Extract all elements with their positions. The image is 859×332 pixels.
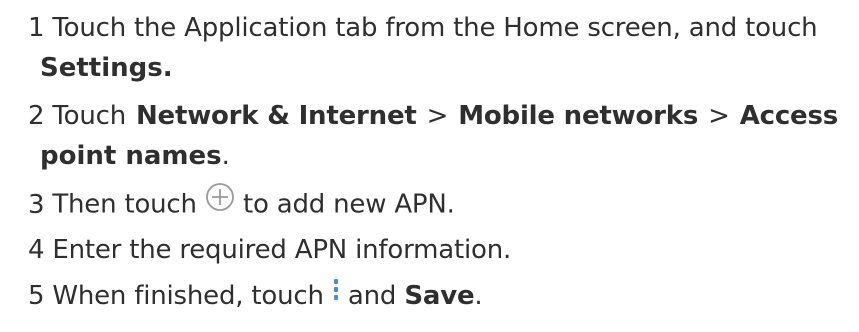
step-5: 5 When finished, touch and Save. [28,275,483,317]
step-1-continuation: Settings. [40,48,173,88]
step-4: 4 Enter the required APN information. [28,230,511,270]
step-number: 3 [28,189,45,220]
access-label: Access [739,101,839,131]
step-1: 1 Touch the Application tab from the Home… [28,8,818,48]
step-text: Touch [52,101,126,131]
step-number: 4 [28,235,45,265]
save-label: Save [404,281,475,311]
more-vertical-icon [332,275,340,315]
settings-label: Settings. [40,53,173,83]
step-number: 2 [28,101,45,131]
step-number: 1 [28,13,45,43]
step-number: 5 [28,281,45,311]
separator: > [708,101,730,131]
mobile-networks-label: Mobile networks [458,101,699,131]
step-2-continuation: point names. [40,136,230,176]
step-text: Then touch [52,189,197,220]
period: . [221,141,230,171]
step-text: to add new APN. [242,189,455,220]
instruction-steps: 1 Touch the Application tab from the Home… [0,0,859,332]
step-text: Touch the Application tab from the Home … [52,13,818,43]
point-names-label: point names [40,141,222,171]
add-circle-icon [205,182,235,224]
period: . [474,281,483,311]
step-text: When finished, touch [52,281,324,311]
step-3: 3 Then touch to add new APN. [28,182,455,226]
step-text: and [347,281,397,311]
step-text: Enter the required APN information. [52,235,512,265]
network-internet-label: Network & Internet [135,101,417,131]
separator: > [426,101,449,131]
step-2: 2 Touch Network & Internet > Mobile networks… [28,96,838,136]
